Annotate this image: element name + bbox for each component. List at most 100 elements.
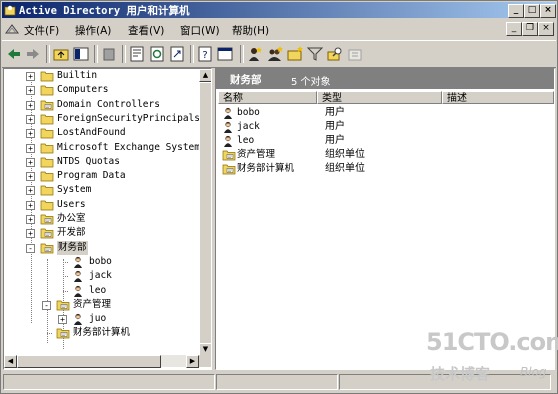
expand-icon[interactable]: +: [26, 143, 35, 153]
tree-node[interactable]: + NTDS Quotas: [4, 155, 199, 169]
tree-node[interactable]: + Program Data: [4, 169, 199, 183]
expand-icon[interactable]: +: [58, 315, 67, 325]
tree-node[interactable]: + Domain Controllers: [4, 98, 199, 112]
new-ou-icon[interactable]: [286, 45, 304, 63]
scroll-right-button[interactable]: ▶: [186, 355, 199, 368]
list-item[interactable]: 财务部计算机 组织单位: [220, 162, 550, 176]
forward-arrow-icon[interactable]: [24, 45, 42, 63]
refresh-icon[interactable]: [148, 45, 166, 63]
item-type: 组织单位: [325, 149, 365, 160]
menu-window[interactable]: 窗口(W): [180, 23, 220, 38]
child-close-button[interactable]: ×: [538, 22, 554, 36]
filter-icon[interactable]: [306, 45, 324, 63]
tree-vertical-scrollbar[interactable]: ▲ ▼: [199, 69, 211, 356]
tree-node[interactable]: + Microsoft Exchange System: [4, 141, 200, 155]
menu-bar: 文件(F) 操作(A) 查看(V) 窗口(W) 帮助(H): [2, 20, 556, 38]
list-item[interactable]: bobo 用户: [220, 106, 550, 120]
list-item[interactable]: jack 用户: [220, 120, 550, 134]
tree-node-label: ForeignSecurityPrincipals: [57, 112, 200, 124]
tree-node[interactable]: + Computers: [4, 83, 199, 97]
child-restore-button[interactable]: ❐: [522, 22, 538, 36]
tree-node[interactable]: - 资产管理: [4, 298, 199, 312]
tree-node-label: jack: [89, 270, 112, 282]
column-header-name[interactable]: 名称: [218, 91, 317, 104]
watermark-blog: Blog: [520, 365, 547, 379]
title-bar[interactable]: Active Directory 用户和计算机 _ □ ×: [2, 2, 556, 18]
tree-node[interactable]: - 财务部: [4, 240, 199, 255]
menu-view[interactable]: 查看(V): [128, 23, 164, 38]
show-tree-icon[interactable]: [72, 45, 90, 63]
tree-node[interactable]: + 开发部: [4, 226, 199, 240]
item-type: 用户: [325, 107, 345, 118]
menu-help[interactable]: 帮助(H): [232, 23, 269, 38]
maximize-button[interactable]: □: [524, 4, 540, 18]
expand-icon[interactable]: +: [26, 129, 35, 139]
child-minimize-button[interactable]: _: [506, 22, 522, 36]
tree-node[interactable]: + LostAndFound: [4, 126, 199, 140]
collapse-icon[interactable]: -: [42, 300, 51, 310]
mmc-console-icon[interactable]: [5, 22, 19, 36]
user-icon: [224, 121, 232, 133]
tree-vscroll-thumb[interactable]: [199, 82, 211, 348]
tree-hscroll-thumb[interactable]: [17, 355, 161, 368]
new-user-icon[interactable]: [246, 45, 264, 63]
menu-action[interactable]: 操作(A): [75, 23, 111, 38]
expand-icon[interactable]: +: [26, 100, 35, 110]
tree-node[interactable]: + Users: [4, 198, 199, 212]
user-icon: [74, 271, 82, 283]
watermark-tagline: 技术博客: [430, 365, 491, 383]
expand-icon[interactable]: +: [26, 157, 35, 167]
tree-node[interactable]: 财务部计算机: [4, 326, 199, 340]
scroll-left-button[interactable]: ◀: [4, 355, 17, 368]
column-header-type[interactable]: 类型: [317, 91, 442, 104]
tree-node-label: Microsoft Exchange System: [57, 141, 200, 153]
new-group-icon[interactable]: [266, 45, 284, 63]
add-to-group-icon[interactable]: [346, 45, 364, 63]
tree-node[interactable]: + 办公室: [4, 212, 199, 226]
expand-icon[interactable]: +: [26, 86, 35, 96]
expand-icon[interactable]: +: [26, 200, 35, 210]
expand-icon[interactable]: +: [26, 215, 35, 224]
expand-icon[interactable]: +: [26, 72, 35, 81]
svg-text:?: ?: [202, 50, 207, 61]
close-button[interactable]: ×: [540, 4, 556, 18]
delete-icon[interactable]: [100, 45, 118, 63]
scroll-up-button[interactable]: ▲: [199, 69, 211, 82]
details-pane: 财务部 5 个对象 名称 类型 描述 bobo 用户 jack 用户 leo 用户 资产管理…: [215, 68, 555, 370]
tree-node[interactable]: jack: [4, 269, 199, 283]
list-item[interactable]: leo 用户: [220, 134, 550, 148]
collapse-icon[interactable]: -: [26, 243, 35, 253]
export-list-icon[interactable]: [168, 45, 186, 63]
ou-folder-icon: [40, 243, 54, 253]
item-name: 财务部计算机: [237, 163, 295, 174]
folder-icon: [40, 171, 54, 182]
properties-icon[interactable]: [128, 45, 146, 63]
tree-node[interactable]: bobo: [4, 255, 199, 269]
tree-node[interactable]: leo: [4, 284, 199, 298]
find-icon[interactable]: [326, 45, 344, 63]
minimize-button[interactable]: _: [508, 4, 524, 18]
expand-icon[interactable]: +: [26, 114, 35, 124]
ou-folder-icon: [40, 100, 54, 110]
tree-node[interactable]: + ForeignSecurityPrincipals: [4, 112, 200, 126]
expand-icon[interactable]: +: [26, 186, 35, 196]
user-icon: [74, 313, 82, 326]
back-arrow-icon[interactable]: [5, 45, 23, 63]
item-name: leo: [237, 135, 255, 146]
help-icon[interactable]: ?: [196, 45, 214, 63]
folder-icon: [40, 143, 54, 153]
column-header-description[interactable]: 描述: [442, 91, 554, 104]
mmc-window-icon[interactable]: [216, 45, 234, 63]
tree-node-label: System: [57, 184, 92, 196]
expand-icon[interactable]: +: [26, 172, 35, 182]
expand-icon[interactable]: +: [26, 229, 35, 239]
tree-node[interactable]: + juo: [4, 312, 199, 326]
tree-horizontal-scrollbar[interactable]: ◀ ▶: [4, 355, 199, 368]
tree-node[interactable]: + System: [4, 183, 199, 197]
up-folder-icon[interactable]: [52, 45, 70, 63]
list-item[interactable]: 资产管理 组织单位: [220, 148, 550, 162]
user-icon: [224, 135, 232, 147]
tree-node[interactable]: + Builtin: [4, 69, 199, 83]
menu-file[interactable]: 文件(F): [24, 23, 59, 38]
tree-node-label: 财务部计算机: [73, 327, 131, 339]
